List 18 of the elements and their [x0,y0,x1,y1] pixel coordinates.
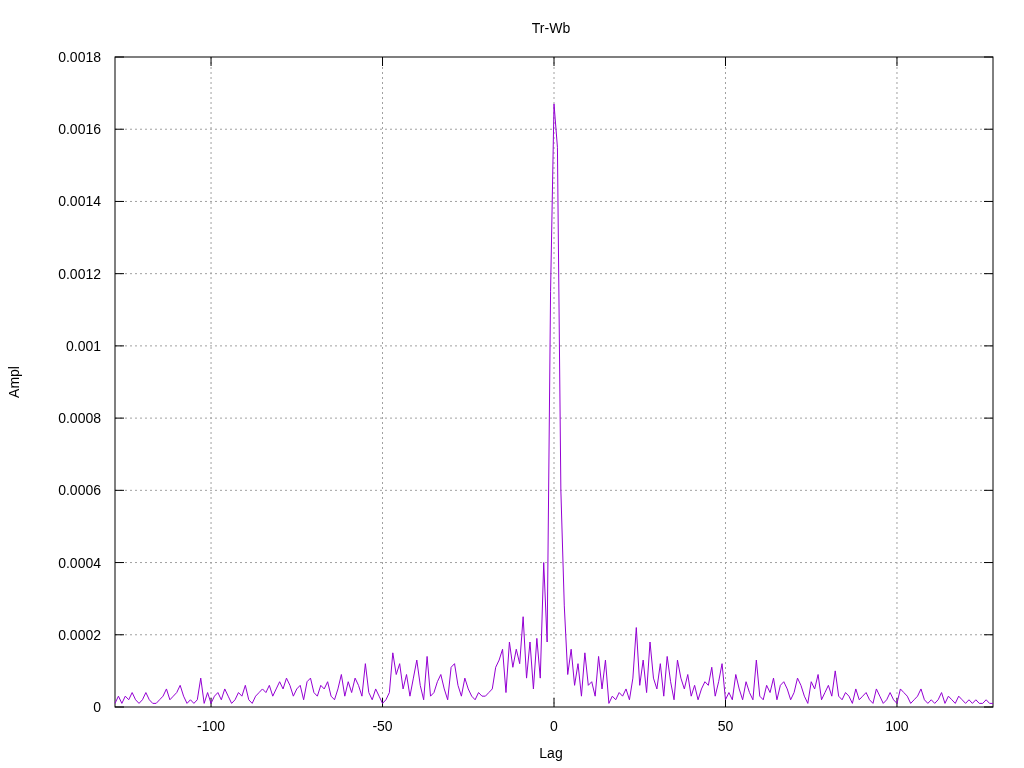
y-tick-label: 0.0012 [58,265,101,282]
y-tick-label: 0.001 [65,337,101,354]
y-axis-label: Ampl [6,366,22,398]
y-tick-label: 0.0014 [58,193,101,210]
x-tick-label: 100 [885,718,909,734]
chart-title: Tr-Wb [531,20,571,36]
y-tick-label: 0.0016 [58,121,101,138]
x-axis-label: Lag [539,745,563,761]
y-tick-label: 0 [93,699,101,715]
x-tick-label: -50 [372,718,393,734]
y-tick-label: 0.0008 [58,410,101,427]
x-tick-label: -100 [197,718,226,734]
y-tick-label: 0.0018 [58,49,101,65]
y-tick-label: 0.0006 [58,482,101,499]
y-tick-label: 0.0002 [58,626,101,643]
y-tick-label: 0.0004 [58,554,101,571]
x-tick-label: 50 [717,718,734,734]
x-tick-label: 0 [550,718,558,734]
